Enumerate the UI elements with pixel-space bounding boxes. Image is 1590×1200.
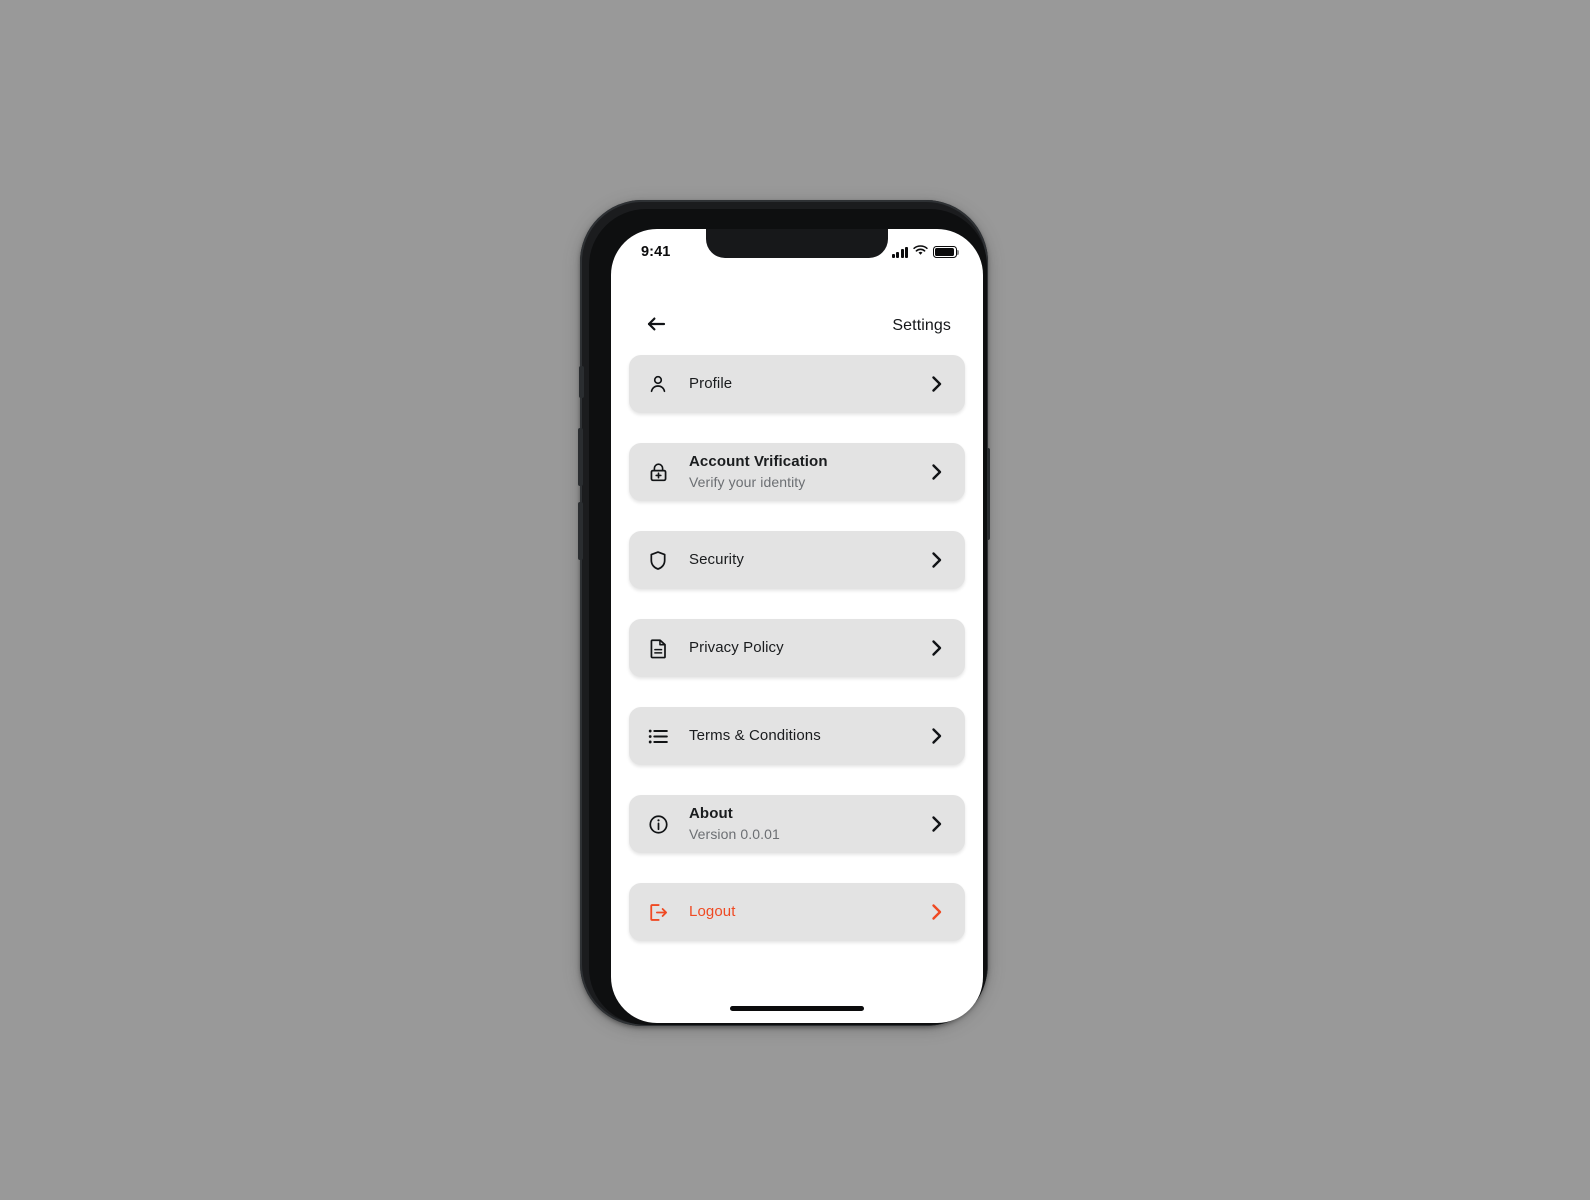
settings-item-title: Account Vrification (689, 453, 828, 471)
list-icon (645, 723, 671, 749)
chevron-right-icon (927, 726, 947, 746)
person-icon (645, 371, 671, 397)
settings-item-subtitle: Version 0.0.01 (689, 825, 780, 842)
status-bar: 9:41 (611, 229, 983, 273)
chevron-right-icon (927, 374, 947, 394)
status-indicators (891, 243, 960, 261)
settings-item-text: Profile (689, 375, 927, 394)
settings-item-subtitle: Verify your identity (689, 473, 806, 490)
settings-item-text: Security (689, 551, 927, 570)
settings-item-title: About (689, 805, 733, 823)
settings-item-profile[interactable]: Profile (629, 355, 965, 413)
settings-item-title: Security (689, 550, 744, 568)
settings-item-terms-conditions[interactable]: Terms & Conditions (629, 707, 965, 765)
settings-item-about[interactable]: About Version 0.0.01 (629, 795, 965, 853)
volume-down-button[interactable] (578, 502, 583, 560)
silent-switch-button[interactable] (579, 366, 584, 398)
phone-mockup: 9:41 Settings Profile Account Vrificatio… (576, 196, 992, 1032)
settings-item-title: Terms & Conditions (689, 726, 821, 744)
info-circle-icon (645, 811, 671, 837)
chevron-right-icon (927, 462, 947, 482)
signal-bars-icon (891, 246, 908, 258)
shield-icon (645, 547, 671, 573)
phone-bezel: 9:41 Settings Profile Account Vrificatio… (578, 200, 990, 1026)
settings-item-security[interactable]: Security (629, 531, 965, 589)
settings-item-title: Profile (689, 374, 733, 392)
lock-plus-icon (645, 459, 671, 485)
volume-up-button[interactable] (578, 428, 583, 486)
settings-list: Profile Account Vrification Verify your … (629, 355, 965, 941)
phone-screen: 9:41 Settings Profile Account Vrificatio… (611, 229, 983, 1023)
chevron-right-icon (927, 814, 947, 834)
settings-item-account-verification[interactable]: Account Vrification Verify your identity (629, 443, 965, 501)
settings-item-logout[interactable]: Logout (629, 883, 965, 941)
back-button[interactable] (645, 315, 667, 337)
logout-icon (645, 899, 671, 925)
home-indicator-bar[interactable] (730, 1006, 864, 1011)
settings-item-text: Terms & Conditions (689, 727, 927, 746)
app-header: Settings (611, 309, 983, 343)
status-time: 9:41 (641, 244, 671, 260)
settings-item-text: Logout (689, 903, 927, 922)
settings-item-title: Privacy Policy (689, 638, 784, 656)
document-icon (645, 635, 671, 661)
chevron-right-icon (927, 550, 947, 570)
wifi-icon (913, 243, 928, 261)
arrow-left-icon (646, 315, 666, 338)
settings-item-text: About Version 0.0.01 (689, 805, 927, 843)
settings-item-privacy-policy[interactable]: Privacy Policy (629, 619, 965, 677)
chevron-right-icon (927, 638, 947, 658)
settings-item-text: Privacy Policy (689, 639, 927, 658)
phone-inner-rim: 9:41 Settings Profile Account Vrificatio… (589, 209, 987, 1025)
chevron-right-icon (927, 902, 947, 922)
settings-item-text: Account Vrification Verify your identity (689, 453, 927, 491)
page-title: Settings (892, 317, 951, 334)
battery-full-icon (933, 246, 960, 258)
settings-item-title: Logout (689, 902, 736, 920)
